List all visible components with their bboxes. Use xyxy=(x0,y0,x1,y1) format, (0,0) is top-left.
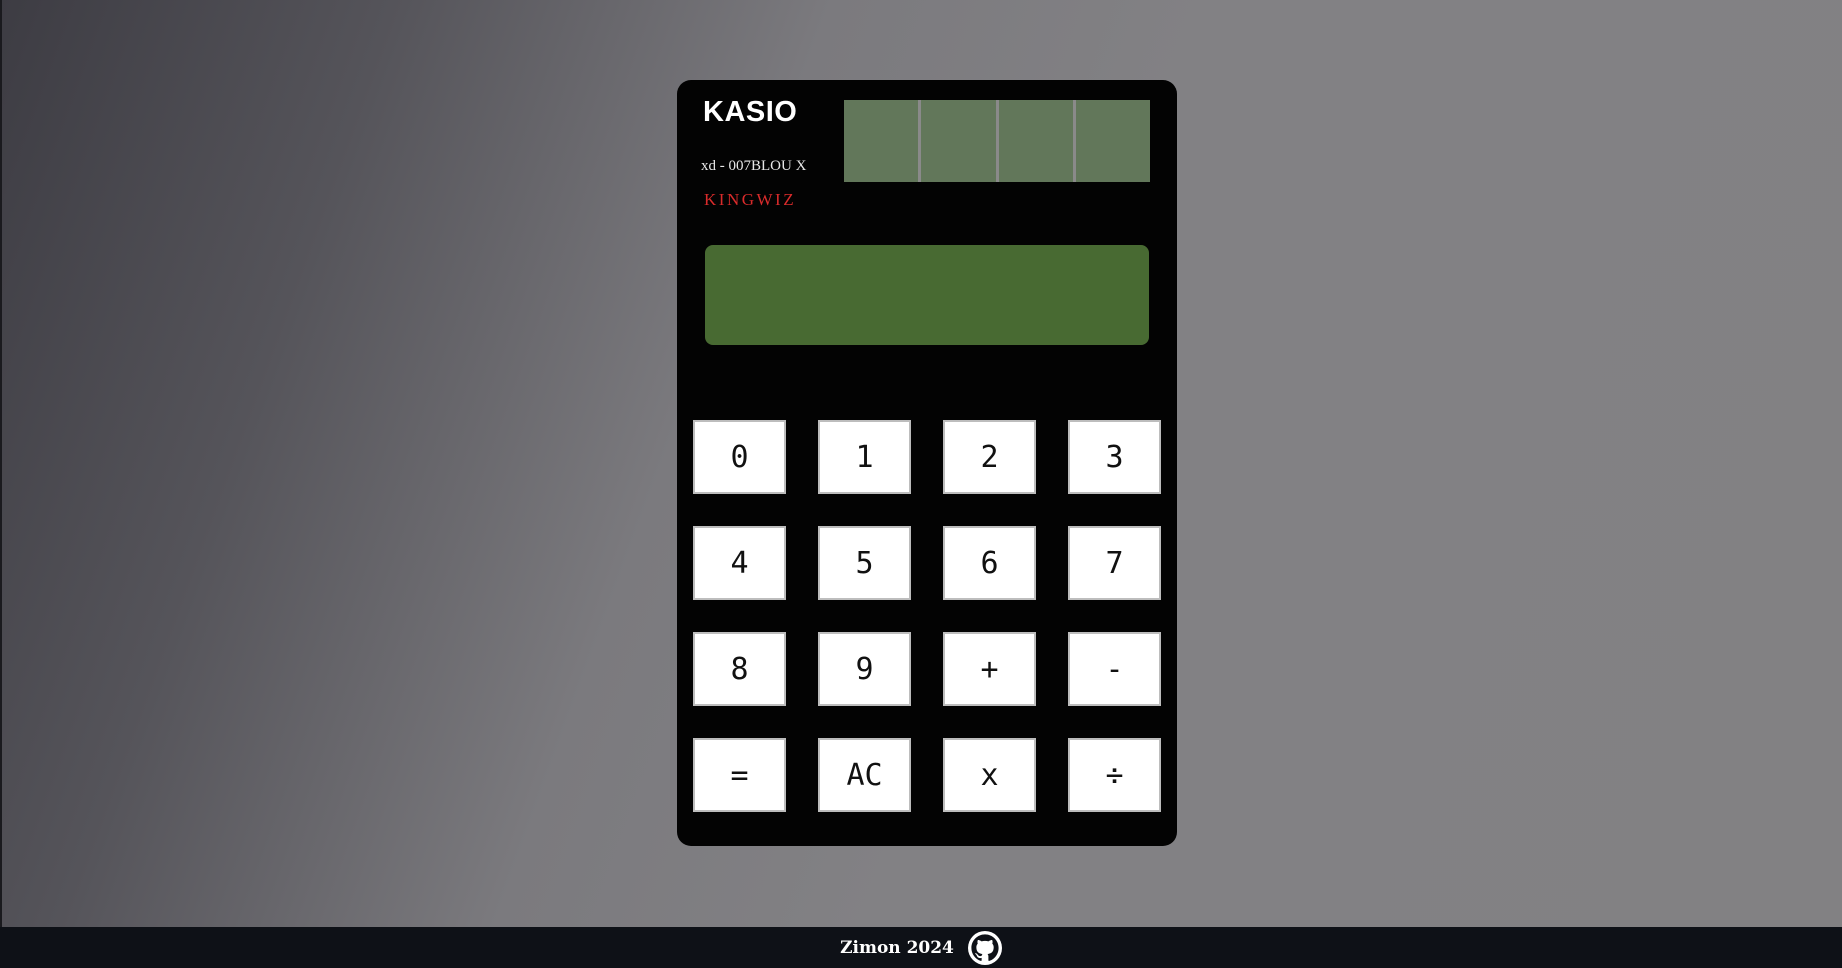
key-multiply[interactable]: x xyxy=(943,738,1036,812)
maker-name: KINGWIZ xyxy=(704,190,797,209)
key-minus[interactable]: - xyxy=(1068,632,1161,706)
footer-credit: Zimon 2024 xyxy=(840,937,954,958)
keypad: 0 1 2 3 4 5 6 7 8 9 + - = AC x ÷ xyxy=(693,420,1162,812)
github-icon xyxy=(967,930,1002,965)
footer: Zimon 2024 xyxy=(0,927,1842,968)
page-edge xyxy=(0,0,2,927)
calculator-display xyxy=(705,245,1149,345)
key-5[interactable]: 5 xyxy=(818,526,911,600)
key-2[interactable]: 2 xyxy=(943,420,1036,494)
key-3[interactable]: 3 xyxy=(1068,420,1161,494)
key-plus[interactable]: + xyxy=(943,632,1036,706)
key-6[interactable]: 6 xyxy=(943,526,1036,600)
key-divide[interactable]: ÷ xyxy=(1068,738,1161,812)
solar-cell xyxy=(921,100,996,182)
key-9[interactable]: 9 xyxy=(818,632,911,706)
key-4[interactable]: 4 xyxy=(693,526,786,600)
key-1[interactable]: 1 xyxy=(818,420,911,494)
key-8[interactable]: 8 xyxy=(693,632,786,706)
model-name: xd - 007BLOU X xyxy=(701,158,807,174)
key-0[interactable]: 0 xyxy=(693,420,786,494)
solar-cell xyxy=(1075,100,1150,182)
solar-cell xyxy=(844,100,919,182)
solar-cell xyxy=(998,100,1073,182)
calculator: KASIO xd - 007BLOU X KINGWIZ 0 1 2 3 4 5… xyxy=(677,80,1177,846)
github-link[interactable] xyxy=(967,930,1002,965)
key-all-clear[interactable]: AC xyxy=(818,738,911,812)
solar-panel xyxy=(844,100,1150,182)
brand-name: KASIO xyxy=(703,96,798,128)
key-7[interactable]: 7 xyxy=(1068,526,1161,600)
key-equals[interactable]: = xyxy=(693,738,786,812)
